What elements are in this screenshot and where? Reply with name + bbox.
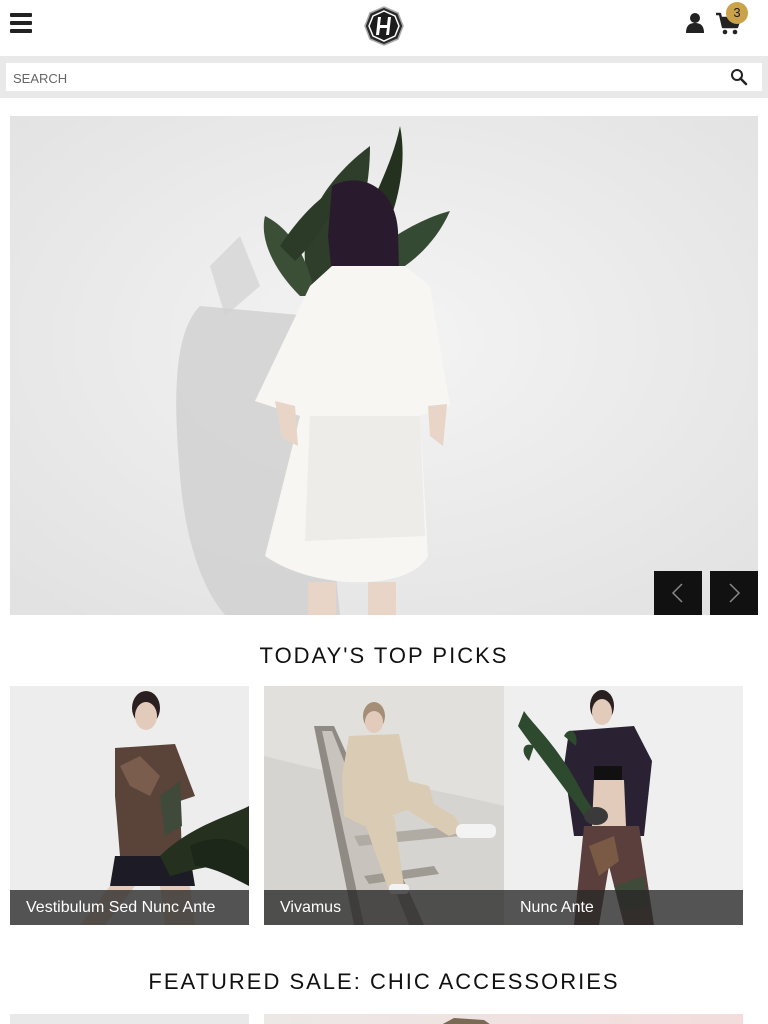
site-header: 3	[0, 0, 768, 56]
featured-card[interactable]	[264, 1014, 743, 1024]
search-icon[interactable]	[730, 68, 748, 86]
search-bar	[0, 56, 768, 98]
featured-image	[264, 1014, 743, 1024]
featured-sale-heading: Featured Sale: Chic Accessories	[148, 969, 620, 994]
search-input[interactable]	[6, 63, 762, 91]
top-pick-label: Nunc Ante	[504, 890, 743, 925]
hero-next-button[interactable]	[710, 571, 758, 615]
top-pick-card[interactable]: Vivamus	[264, 686, 504, 925]
top-pick-label: Vivamus	[264, 890, 504, 925]
top-pick-card[interactable]: Vestibulum Sed Nunc Ante	[10, 686, 249, 925]
hamburger-menu-icon[interactable]	[10, 13, 32, 33]
hero-slide-image[interactable]	[10, 116, 758, 615]
chevron-left-icon	[671, 583, 683, 603]
featured-card[interactable]	[10, 1014, 249, 1024]
top-picks-heading: Today's Top Picks	[259, 643, 509, 668]
brand-logo-icon[interactable]	[364, 6, 404, 46]
chevron-right-icon	[729, 583, 741, 603]
user-icon[interactable]	[684, 12, 706, 34]
top-pick-label: Vestibulum Sed Nunc Ante	[10, 890, 249, 925]
hero-prev-button[interactable]	[654, 571, 702, 615]
top-pick-card[interactable]: Nunc Ante	[504, 686, 743, 925]
cart-count-badge: 3	[726, 2, 748, 24]
